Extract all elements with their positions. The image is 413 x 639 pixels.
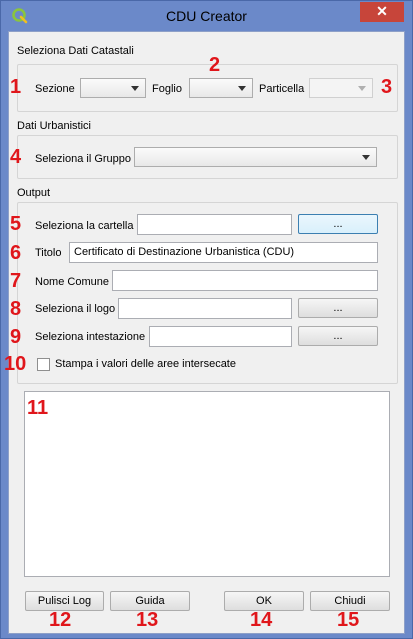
chevron-down-icon <box>238 86 246 91</box>
annotation-9: 9 <box>10 326 22 348</box>
output-heading: Output <box>17 187 51 199</box>
dialog-window: CDU Creator ✕ Seleziona Dati Catastali S… <box>0 0 413 639</box>
intestazione-browse-button[interactable]: ... <box>298 326 378 346</box>
comune-input[interactable] <box>112 270 378 291</box>
annotation-15: 15 <box>337 609 360 631</box>
annotation-10: 10 <box>4 353 27 375</box>
dialog-body: Seleziona Dati Catastali Sezione Foglio … <box>8 31 405 634</box>
comune-label: Nome Comune <box>35 276 109 288</box>
annotation-14: 14 <box>250 609 273 631</box>
catastali-heading: Seleziona Dati Catastali <box>17 45 134 57</box>
gruppo-combo[interactable] <box>134 147 377 167</box>
sezione-combo[interactable] <box>80 78 146 98</box>
chiudi-button[interactable]: Chiudi <box>310 591 390 611</box>
cartella-browse-button[interactable]: ... <box>298 214 378 234</box>
stampa-label[interactable]: Stampa i valori delle aree intersecate <box>55 358 236 370</box>
foglio-label: Foglio <box>152 83 182 95</box>
logo-label: Seleziona il logo <box>35 303 116 315</box>
annotation-11: 11 <box>27 397 49 419</box>
annotation-6: 6 <box>10 242 22 264</box>
log-textarea[interactable] <box>24 391 390 577</box>
pulisci-log-button[interactable]: Pulisci Log <box>25 591 104 611</box>
annotation-3: 3 <box>381 76 393 98</box>
annotation-5: 5 <box>10 213 22 235</box>
annotation-4: 4 <box>10 146 22 168</box>
chevron-down-icon <box>362 155 370 160</box>
guida-button[interactable]: Guida <box>110 591 190 611</box>
cartella-input[interactable] <box>137 214 292 235</box>
ok-button[interactable]: OK <box>224 591 304 611</box>
intestazione-label: Seleziona intestazione <box>35 331 146 343</box>
window-title: CDU Creator <box>166 8 247 24</box>
chevron-down-icon <box>358 86 366 91</box>
foglio-combo[interactable] <box>189 78 253 98</box>
annotation-2: 2 <box>209 54 221 76</box>
annotation-13: 13 <box>136 609 159 631</box>
titolo-input[interactable]: Certificato di Destinazione Urbanistica … <box>69 242 378 263</box>
gruppo-label: Seleziona il Gruppo <box>35 153 132 165</box>
annotation-12: 12 <box>49 609 72 631</box>
logo-input[interactable] <box>118 298 292 319</box>
annotation-8: 8 <box>10 298 22 320</box>
urbanistici-heading: Dati Urbanistici <box>17 120 91 132</box>
stampa-checkbox[interactable] <box>37 358 50 371</box>
intestazione-input[interactable] <box>149 326 292 347</box>
title-bar[interactable]: CDU Creator ✕ <box>1 1 412 31</box>
particella-combo[interactable] <box>309 78 373 98</box>
sezione-label: Sezione <box>35 83 75 95</box>
logo-browse-button[interactable]: ... <box>298 298 378 318</box>
cartella-label: Seleziona la cartella <box>35 220 134 232</box>
chevron-down-icon <box>131 86 139 91</box>
annotation-1: 1 <box>10 76 22 98</box>
annotation-7: 7 <box>10 270 22 292</box>
close-button[interactable]: ✕ <box>360 2 404 22</box>
titolo-label: Titolo <box>35 247 62 259</box>
particella-label: Particella <box>259 83 305 95</box>
